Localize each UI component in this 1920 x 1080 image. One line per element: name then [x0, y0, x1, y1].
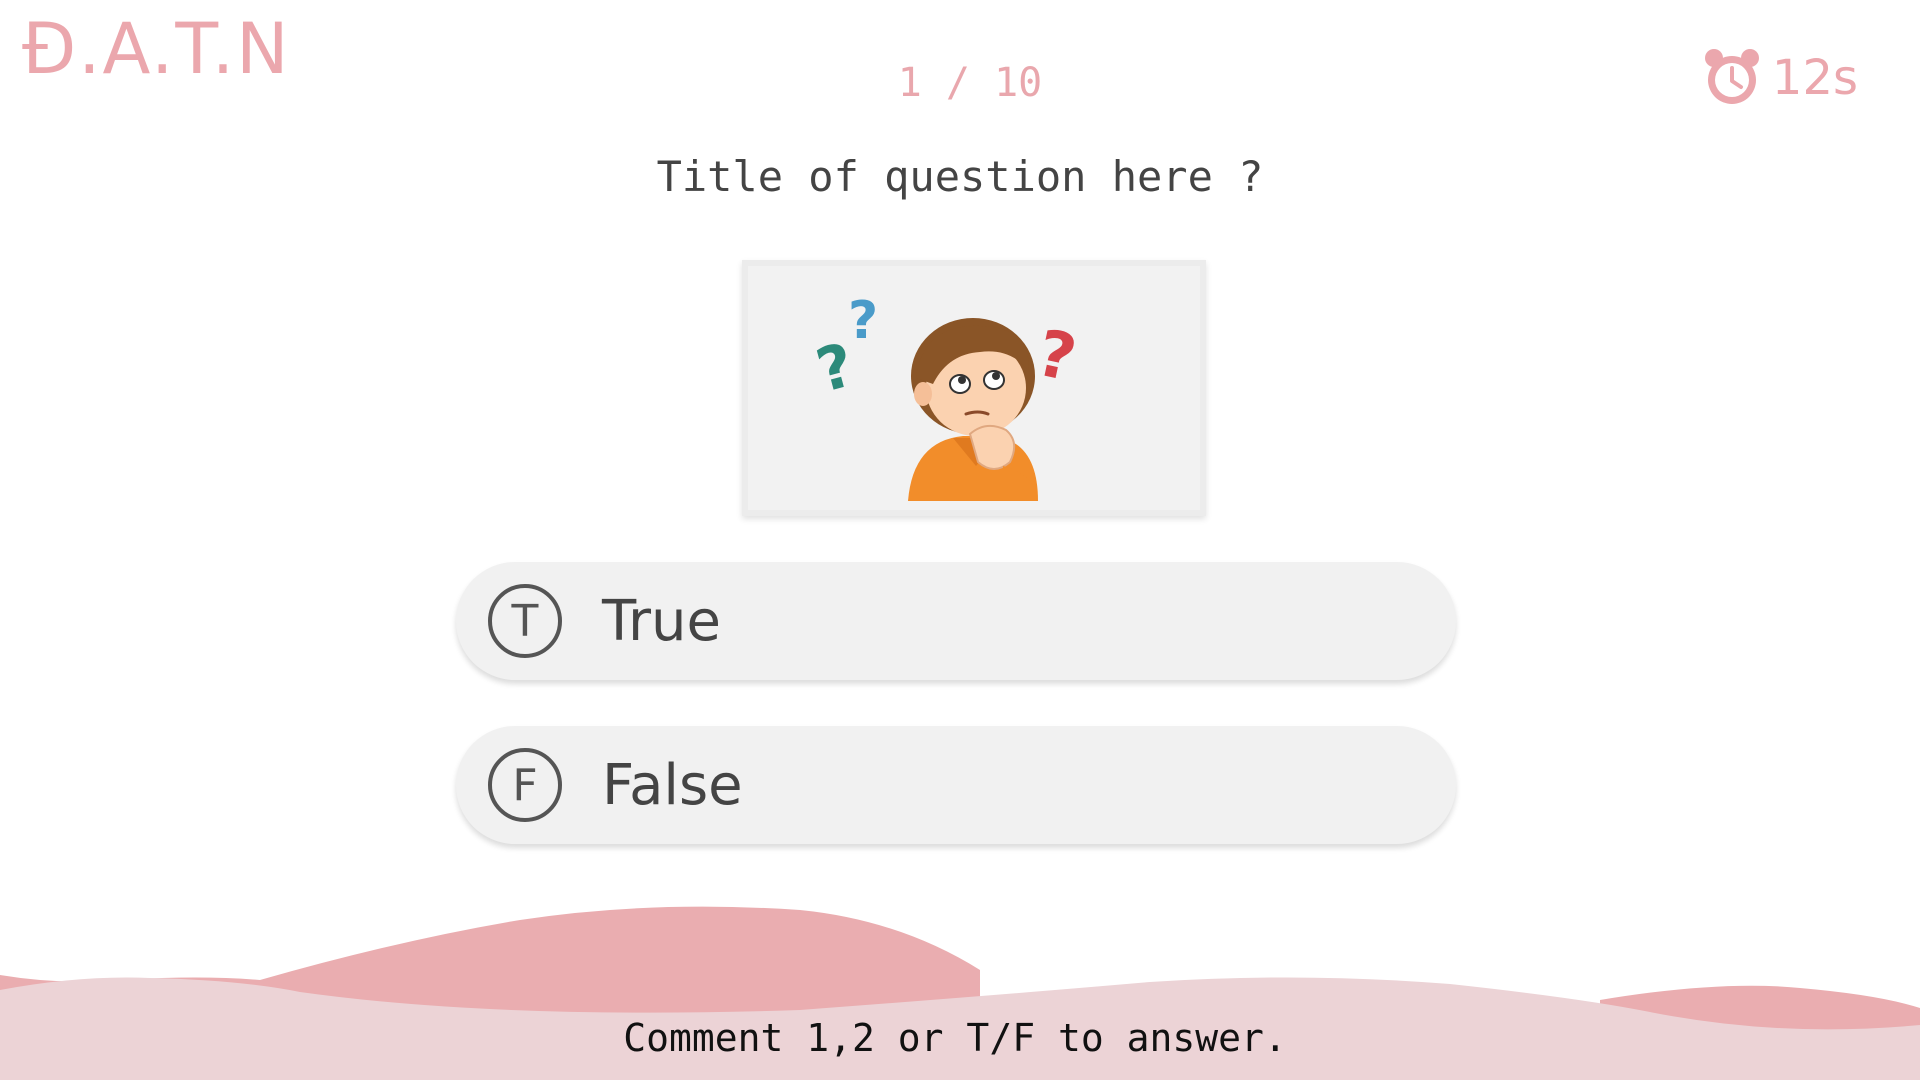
quiz-screen: Đ.A.T.N 1 / 10 12s Title of question her…: [0, 0, 1920, 1080]
svg-text:?: ?: [1031, 317, 1083, 397]
question-image: ? ? ?: [742, 260, 1206, 516]
question-progress: 1 / 10: [897, 60, 1043, 106]
answer-option-true[interactable]: T True: [456, 562, 1456, 680]
answer-label-false: False: [602, 752, 743, 818]
answer-instructions: Comment 1,2 or T/F to answer.: [623, 1016, 1287, 1060]
thinking-boy-illustration: ? ? ?: [809, 291, 1083, 501]
answer-key-t: T: [488, 584, 562, 658]
answer-key-f: F: [488, 748, 562, 822]
answer-label-true: True: [602, 588, 721, 654]
countdown-timer: 12s: [1700, 44, 1858, 112]
alarm-clock-icon: [1700, 44, 1764, 112]
timer-text: 12s: [1771, 50, 1858, 106]
svg-text:?: ?: [848, 291, 878, 351]
question-title: Title of question here ?: [656, 152, 1264, 201]
answer-option-false[interactable]: F False: [456, 726, 1456, 844]
